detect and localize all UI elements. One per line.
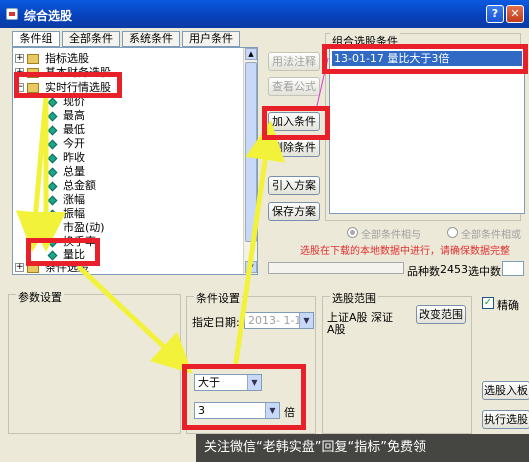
precise-checkbox[interactable]: ✓ — [482, 297, 494, 309]
delete-condition-button[interactable]: 删除条件 — [268, 138, 320, 157]
expand-icon[interactable]: + — [15, 68, 24, 77]
radio-all-or-label: 全部条件相或 — [461, 230, 521, 241]
tab-user-conditions[interactable]: 用户条件 — [182, 31, 240, 47]
item-icon — [47, 237, 58, 248]
condition-item[interactable]: 13-01-17 量比大于3倍 — [332, 51, 522, 66]
save-plan-button[interactable]: 保存方案 — [268, 202, 320, 221]
condition-tree[interactable]: + 指标选股 + 基本财务选股 − 实时行情选股 现价 最高 最低 今开 昨收 … — [12, 47, 258, 275]
condition-group-label: 组合选股条件 — [330, 33, 400, 49]
expand-icon[interactable]: + — [15, 263, 24, 272]
range-label: 选股范围 — [330, 290, 378, 306]
unit-label: 倍 — [284, 406, 295, 419]
condition-list[interactable]: 13-01-17 量比大于3倍 — [329, 48, 525, 214]
radio-all-or[interactable] — [447, 227, 458, 238]
item-icon — [47, 250, 58, 261]
scroll-down-icon[interactable]: ▼ — [245, 261, 257, 273]
expand-icon[interactable]: + — [15, 54, 24, 63]
local-data-note: 选股在下载的本地数据中进行，请确保数据完整 — [300, 246, 510, 257]
folder-icon — [27, 83, 39, 93]
date-label: 指定日期: — [192, 316, 240, 329]
close-button[interactable]: ✕ — [506, 5, 524, 23]
item-icon — [47, 139, 58, 150]
select-into-board-button[interactable]: 选股入板 — [482, 381, 529, 400]
range-text-line2: A股 — [327, 323, 346, 336]
folder-icon — [27, 54, 39, 64]
window-title: 综合选股 — [24, 9, 73, 23]
item-icon — [47, 111, 58, 122]
usage-notes-button[interactable]: 用法注释 — [268, 52, 320, 71]
radio-all-and[interactable] — [347, 227, 358, 238]
value-select[interactable]: 3 ▼ — [194, 402, 280, 419]
collapse-icon[interactable]: − — [15, 83, 24, 92]
tree-scrollbar[interactable]: ▲ ▼ — [243, 48, 257, 274]
tab-condition-group[interactable]: 条件组 — [12, 31, 60, 47]
operator-select[interactable]: 大于 ▼ — [194, 374, 262, 391]
params-groupbox — [8, 294, 181, 434]
item-icon — [47, 223, 58, 234]
help-button[interactable]: ? — [486, 5, 504, 23]
item-icon — [47, 125, 58, 136]
tab-all-conditions[interactable]: 全部条件 — [62, 31, 120, 47]
params-label: 参数设置 — [16, 289, 64, 305]
item-icon — [47, 97, 58, 108]
date-picker[interactable]: 2013- 1-17 ▼ — [244, 312, 314, 329]
scroll-up-icon[interactable]: ▲ — [245, 48, 257, 60]
execute-selection-button[interactable]: 执行选股 — [482, 410, 529, 429]
tab-system-conditions[interactable]: 系统条件 — [122, 31, 180, 47]
count-value: 2453 — [440, 263, 468, 276]
item-icon — [47, 153, 58, 164]
item-icon — [47, 181, 58, 192]
dropdown-arrow-icon[interactable]: ▼ — [247, 375, 261, 390]
selected-count-field — [502, 261, 524, 276]
folder-icon — [27, 263, 39, 273]
scroll-thumb[interactable] — [245, 62, 257, 242]
radio-all-and-label: 全部条件相与 — [361, 230, 421, 241]
view-formula-button[interactable]: 查看公式 — [268, 77, 320, 96]
watermark-banner: 关注微信“老韩实盘”回复“指标”免费领 — [196, 434, 529, 462]
selected-label: 选中数 — [468, 265, 501, 278]
dropdown-arrow-icon[interactable]: ▼ — [299, 313, 313, 328]
dropdown-arrow-icon[interactable]: ▼ — [265, 403, 279, 418]
item-icon — [47, 167, 58, 178]
count-label: 品种数 — [407, 265, 440, 278]
progress-bar — [268, 262, 404, 274]
app-icon — [6, 8, 18, 20]
folder-icon — [27, 68, 39, 78]
add-condition-button[interactable]: 加入条件 — [268, 112, 320, 131]
condition-settings-label: 条件设置 — [194, 290, 242, 306]
import-plan-button[interactable]: 引入方案 — [268, 176, 320, 195]
item-icon — [47, 195, 58, 206]
item-icon — [47, 209, 58, 220]
change-range-button[interactable]: 改变范围 — [416, 305, 466, 324]
precise-label: 精确 — [497, 299, 519, 312]
title-bar: 综合选股 ? ✕ — [0, 0, 529, 28]
